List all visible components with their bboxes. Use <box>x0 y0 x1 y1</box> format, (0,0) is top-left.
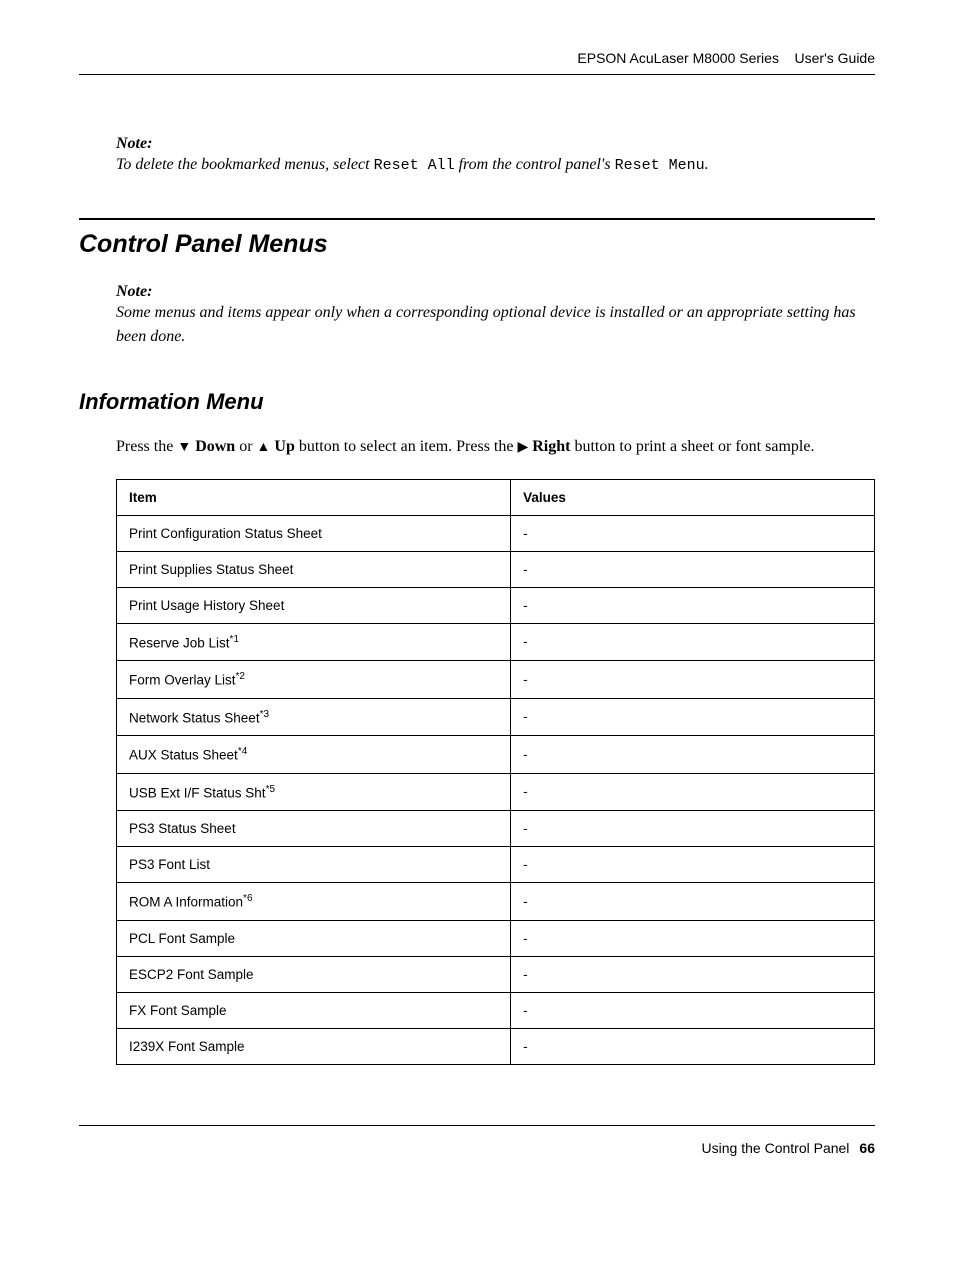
table-item-cell: Form Overlay List*2 <box>117 661 511 699</box>
table-value-cell: - <box>511 847 875 883</box>
instruction-text: Press the ▼ Down or ▲ Up button to selec… <box>116 435 875 459</box>
table-value-cell: - <box>511 992 875 1028</box>
table-row: USB Ext I/F Status Sht*5- <box>117 773 875 811</box>
table-value-cell: - <box>511 587 875 623</box>
table-item-cell: Print Supplies Status Sheet <box>117 551 511 587</box>
table-row: I239X Font Sample- <box>117 1028 875 1064</box>
table-row: PS3 Font List- <box>117 847 875 883</box>
doc-type: User's Guide <box>795 50 875 66</box>
mono-reset-all: Reset All <box>374 157 455 174</box>
table-row: FX Font Sample- <box>117 992 875 1028</box>
footer-text: Using the Control Panel <box>702 1140 850 1156</box>
table-item-cell: USB Ext I/F Status Sht*5 <box>117 773 511 811</box>
note-label: Note: <box>116 283 875 301</box>
up-triangle-icon: ▲ <box>257 440 271 455</box>
table-value-cell: - <box>511 698 875 736</box>
heading-control-panel-menus: Control Panel Menus <box>79 230 875 259</box>
table-row: ROM A Information*6- <box>117 883 875 921</box>
table-value-cell: - <box>511 551 875 587</box>
note-block-1: Note: To delete the bookmarked menus, se… <box>116 135 875 178</box>
table-value-cell: - <box>511 736 875 774</box>
table-row: ESCP2 Font Sample- <box>117 956 875 992</box>
table-row: PCL Font Sample- <box>117 920 875 956</box>
header-rule <box>79 74 875 75</box>
table-value-cell: - <box>511 1028 875 1064</box>
table-row: AUX Status Sheet*4- <box>117 736 875 774</box>
table-item-cell: ROM A Information*6 <box>117 883 511 921</box>
table-row: Print Configuration Status Sheet- <box>117 515 875 551</box>
note-text: Some menus and items appear only when a … <box>116 301 875 349</box>
table-item-cell: Reserve Job List*1 <box>117 623 511 661</box>
note-block-2: Note: Some menus and items appear only w… <box>116 283 875 349</box>
information-menu-table: Item Values Print Configuration Status S… <box>116 479 875 1065</box>
table-item-cell: ESCP2 Font Sample <box>117 956 511 992</box>
table-value-cell: - <box>511 920 875 956</box>
table-row: Print Supplies Status Sheet- <box>117 551 875 587</box>
table-value-cell: - <box>511 883 875 921</box>
table-row: Reserve Job List*1- <box>117 623 875 661</box>
table-value-cell: - <box>511 956 875 992</box>
table-value-cell: - <box>511 623 875 661</box>
section-rule <box>79 218 875 220</box>
table-item-cell: PS3 Status Sheet <box>117 811 511 847</box>
product-name: EPSON AcuLaser M8000 Series <box>577 50 779 66</box>
page-footer: Using the Control Panel 66 <box>79 1125 875 1156</box>
table-item-cell: Network Status Sheet*3 <box>117 698 511 736</box>
table-header-values: Values <box>511 479 875 515</box>
table-value-cell: - <box>511 811 875 847</box>
heading-information-menu: Information Menu <box>79 389 875 415</box>
table-item-cell: AUX Status Sheet*4 <box>117 736 511 774</box>
page-number: 66 <box>859 1140 875 1156</box>
table-row: Network Status Sheet*3- <box>117 698 875 736</box>
table-header-item: Item <box>117 479 511 515</box>
table-item-cell: FX Font Sample <box>117 992 511 1028</box>
table-item-cell: Print Usage History Sheet <box>117 587 511 623</box>
down-triangle-icon: ▼ <box>177 440 191 455</box>
mono-reset-menu: Reset Menu <box>615 157 705 174</box>
table-item-cell: PS3 Font List <box>117 847 511 883</box>
table-row: PS3 Status Sheet- <box>117 811 875 847</box>
page-header: EPSON AcuLaser M8000 Series User's Guide <box>79 50 875 66</box>
right-label: Right <box>532 438 570 455</box>
table-row: Print Usage History Sheet- <box>117 587 875 623</box>
table-item-cell: I239X Font Sample <box>117 1028 511 1064</box>
table-row: Form Overlay List*2- <box>117 661 875 699</box>
table-value-cell: - <box>511 515 875 551</box>
right-triangle-icon: ▶ <box>517 440 528 455</box>
note-label: Note: <box>116 135 875 153</box>
up-label: Up <box>274 438 294 455</box>
table-value-cell: - <box>511 661 875 699</box>
table-value-cell: - <box>511 773 875 811</box>
table-item-cell: Print Configuration Status Sheet <box>117 515 511 551</box>
note-text: To delete the bookmarked menus, select R… <box>116 153 875 178</box>
table-item-cell: PCL Font Sample <box>117 920 511 956</box>
down-label: Down <box>195 438 235 455</box>
